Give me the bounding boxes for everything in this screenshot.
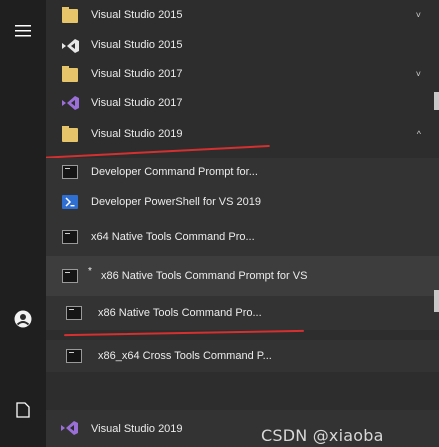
app-x86-x64-cross-tools[interactable]: x86_x64 Cross Tools Command P... [46, 340, 439, 372]
visual-studio-icon [61, 95, 81, 111]
command-prompt-icon [62, 230, 78, 244]
folder-icon [62, 7, 78, 23]
app-x86-native-tools[interactable]: x86 Native Tools Command Pro... [46, 296, 439, 330]
app-label: Visual Studio 2015 [91, 39, 183, 51]
group-visual-studio-2015[interactable]: Visual Studio 2015 ˅ [46, 0, 439, 30]
app-developer-command-prompt[interactable]: Developer Command Prompt for... [46, 158, 439, 186]
command-prompt-icon [62, 165, 78, 179]
user-icon[interactable] [0, 304, 46, 334]
group-visual-studio-2017[interactable]: Visual Studio 2017 ˅ [46, 60, 439, 88]
csdn-watermark: CSDN @xiaoba [261, 426, 384, 445]
app-x86-native-tools-hover[interactable]: * x86 Native Tools Command Prompt for VS [46, 256, 439, 296]
chevron-down-icon: ˅ [415, 69, 421, 79]
app-label: Visual Studio 2019 [91, 422, 183, 435]
group-label: Visual Studio 2015 [91, 9, 183, 21]
start-menu-rail [0, 0, 46, 447]
scrollbar-thumb-lower[interactable] [434, 290, 439, 312]
app-developer-powershell[interactable]: Developer PowerShell for VS 2019 [46, 186, 439, 218]
visual-studio-icon [61, 38, 81, 54]
folder-icon [62, 126, 78, 142]
visual-studio-icon [60, 420, 80, 436]
red-annotation-line [64, 329, 304, 337]
chevron-down-icon: ˅ [415, 10, 421, 20]
group-label: Visual Studio 2017 [91, 68, 183, 80]
folder-icon [62, 66, 78, 82]
chevron-up-icon: ^ [416, 129, 421, 139]
hamburger-icon[interactable] [0, 16, 46, 46]
scrollbar-thumb[interactable] [434, 92, 439, 110]
app-list: Visual Studio 2015 ˅ Visual Studio 2015 … [46, 0, 439, 447]
powershell-icon [62, 195, 78, 209]
app-label: Developer Command Prompt for... [91, 166, 258, 178]
app-label: x86 Native Tools Command Pro... [98, 307, 262, 319]
command-prompt-icon [66, 349, 82, 363]
app-label: Visual Studio 2017 [91, 97, 183, 109]
app-x64-native-tools[interactable]: x64 Native Tools Command Pro... [46, 218, 439, 256]
pin-asterisk: * [88, 266, 92, 277]
document-icon[interactable] [0, 395, 46, 425]
app-label: x86 Native Tools Command Prompt for VS [101, 270, 308, 282]
group-label: Visual Studio 2019 [91, 128, 183, 140]
app-label: x64 Native Tools Command Pro... [91, 231, 255, 243]
app-visual-studio-2015[interactable]: Visual Studio 2015 [46, 30, 439, 60]
app-visual-studio-2017[interactable]: Visual Studio 2017 [46, 88, 439, 118]
group-visual-studio-2019[interactable]: Visual Studio 2019 ^ [46, 118, 439, 150]
app-label: Developer PowerShell for VS 2019 [91, 196, 261, 208]
command-prompt-icon [62, 269, 78, 283]
app-label: x86_x64 Cross Tools Command P... [98, 350, 272, 362]
command-prompt-icon [66, 306, 82, 320]
